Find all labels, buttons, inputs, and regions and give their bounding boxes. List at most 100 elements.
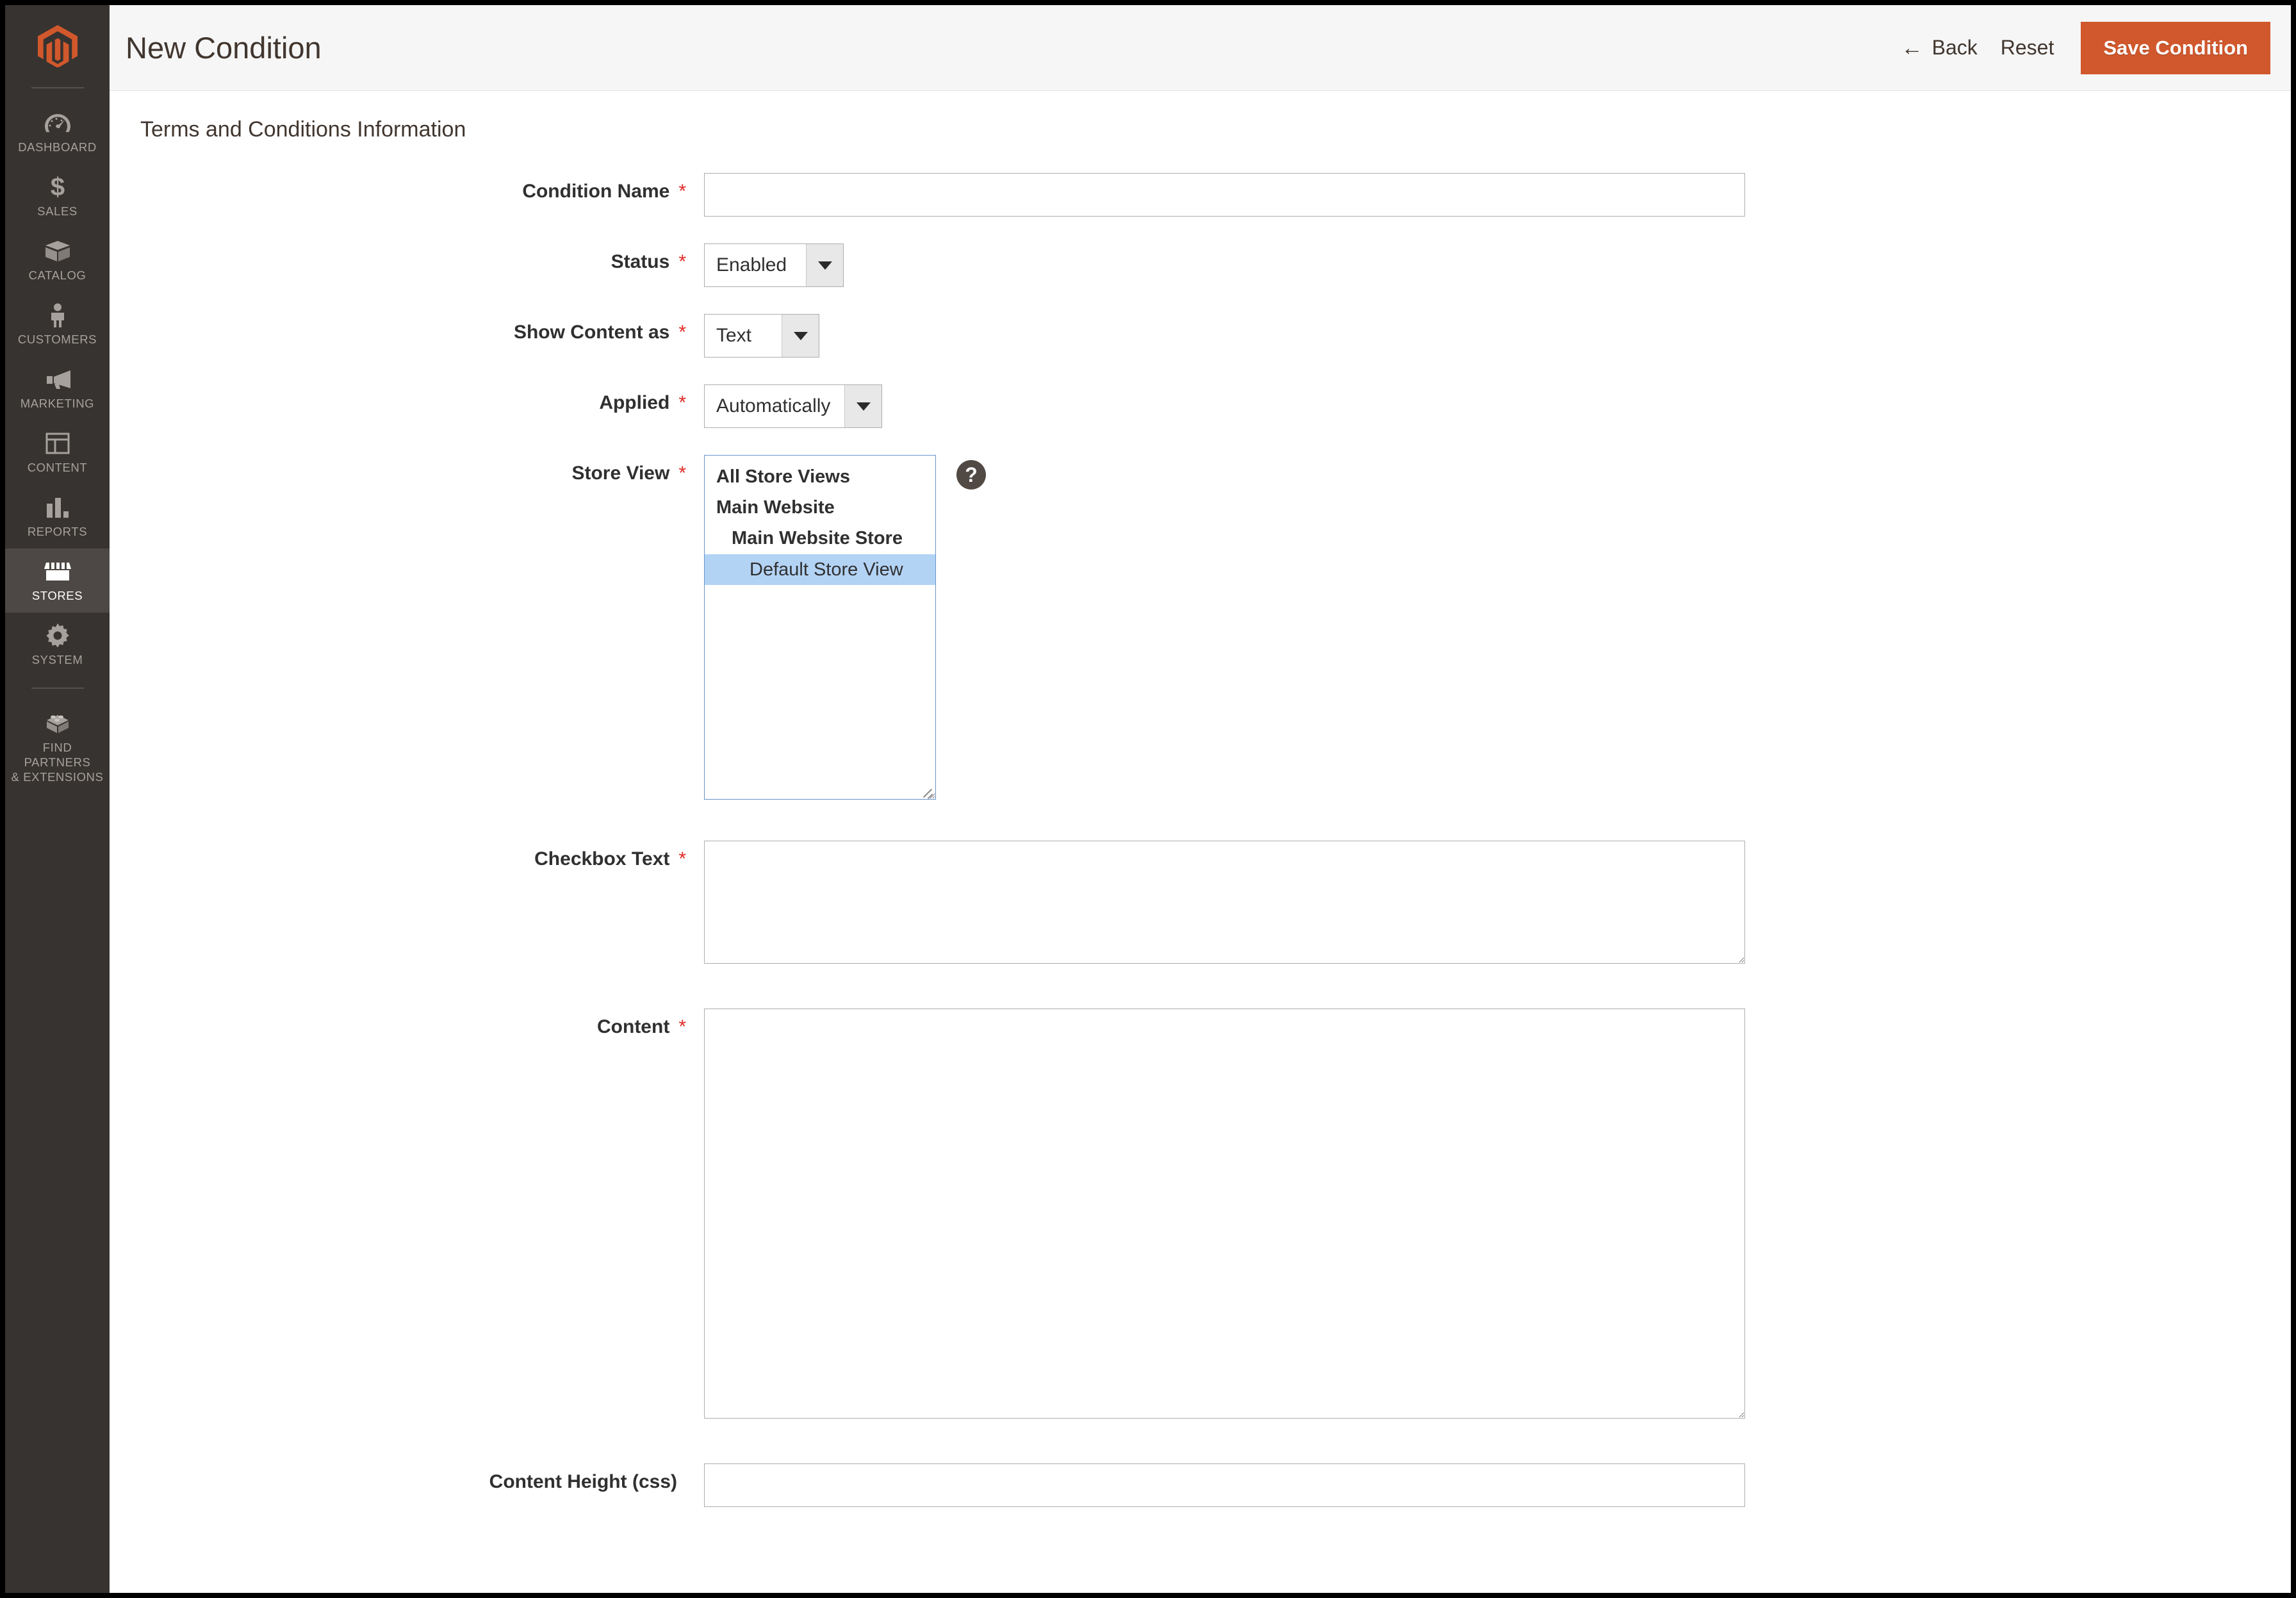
field-label-cell: Condition Name * <box>110 173 686 202</box>
sidebar-item-label: CONTENT <box>27 460 88 474</box>
field-store-view: Store View * All Store Views Main Websit… <box>110 455 2291 800</box>
page-header: New Condition ← Back Reset Save Conditio… <box>110 5 2291 91</box>
arrow-left-icon: ← <box>1901 35 1923 60</box>
sidebar-item-label: MARKETING <box>20 396 95 410</box>
reset-button[interactable]: Reset <box>1989 29 2066 66</box>
page-content: Terms and Conditions Information Conditi… <box>110 92 2291 1593</box>
field-control: Text <box>686 314 819 358</box>
sidebar-item-content[interactable]: CONTENT <box>5 420 110 484</box>
field-control: Automatically <box>686 384 883 428</box>
sidebar-divider-bottom <box>31 688 84 689</box>
content-height-label: Content Height (css) <box>489 1471 677 1492</box>
field-control: All Store Views Main Website Main Websit… <box>686 455 986 800</box>
field-checkbox-text: Checkbox Text * <box>110 841 2291 964</box>
field-applied: Applied * Automatically <box>110 384 2291 428</box>
show-content-as-select[interactable]: Text <box>704 314 819 358</box>
sidebar-item-label: FIND PARTNERS & EXTENSIONS <box>11 741 104 784</box>
section-title: Terms and Conditions Information <box>140 117 466 142</box>
sidebar-item-label: STORES <box>31 588 83 602</box>
question-mark-icon[interactable]: ? <box>956 460 986 490</box>
field-label-cell: Show Content as * <box>110 314 686 343</box>
content-textarea[interactable] <box>704 1009 1745 1419</box>
page-title: New Condition <box>126 31 322 65</box>
sales-icon: $ <box>49 174 66 200</box>
store-view-option[interactable]: Main Website Store <box>705 523 935 554</box>
required-indicator: * <box>678 251 686 272</box>
sidebar-item-label: SYSTEM <box>31 652 83 666</box>
resize-handle-icon[interactable] <box>919 784 933 798</box>
field-control <box>686 841 1745 964</box>
header-actions: ← Back Reset Save Condition <box>1890 21 2291 74</box>
chevron-down-icon <box>782 315 819 357</box>
applied-select[interactable]: Automatically <box>704 384 883 428</box>
required-indicator: * <box>678 181 686 202</box>
status-select-value: Enabled <box>716 254 787 276</box>
required-indicator: * <box>678 463 686 484</box>
marketing-icon <box>44 367 71 392</box>
sidebar-item-catalog[interactable]: CATALOG <box>5 228 110 292</box>
sidebar-item-find-partners-extensions[interactable]: FIND PARTNERS & EXTENSIONS <box>5 700 110 794</box>
dashboard-icon <box>44 110 71 136</box>
field-condition-name: Condition Name * <box>110 173 2291 217</box>
field-content-height: Content Height (css) <box>110 1463 2291 1507</box>
chevron-down-icon <box>806 244 843 286</box>
sidebar-item-label: DASHBOARD <box>18 140 97 154</box>
store-view-option[interactable]: Main Website <box>705 492 935 523</box>
condition-name-input[interactable] <box>704 173 1745 217</box>
show-content-as-label: Show Content as <box>513 322 670 343</box>
applied-label: Applied <box>599 392 670 413</box>
field-label-cell: Store View * <box>110 455 686 484</box>
required-indicator: * <box>678 1016 686 1037</box>
extensions-icon <box>45 711 70 736</box>
store-view-multiselect[interactable]: All Store Views Main Website Main Websit… <box>704 455 936 800</box>
field-control <box>686 173 1745 217</box>
sidebar-item-label: SALES <box>37 204 78 218</box>
field-label-cell: Content Height (css) <box>110 1463 686 1493</box>
store-view-option[interactable]: All Store Views <box>705 461 935 492</box>
stores-icon <box>44 559 71 584</box>
field-label-cell: Content * <box>110 1009 686 1038</box>
store-view-label: Store View <box>571 463 670 484</box>
status-select[interactable]: Enabled <box>704 243 844 287</box>
sidebar-item-system[interactable]: SYSTEM <box>5 613 110 677</box>
status-label: Status <box>611 251 670 272</box>
field-status: Status * Enabled <box>110 243 2291 287</box>
applied-select-value: Automatically <box>716 395 831 416</box>
back-button-label: Back <box>1931 36 1978 59</box>
reset-button-label: Reset <box>2000 36 2054 59</box>
field-label-cell: Status * <box>110 243 686 273</box>
field-control <box>686 1463 1745 1507</box>
sidebar-item-stores[interactable]: STORES <box>5 548 110 613</box>
app-window: DASHBOARD $ SALES CATALOG CUSTOMERS MARK… <box>5 5 2291 1593</box>
system-icon <box>45 623 70 648</box>
save-condition-button[interactable]: Save Condition <box>2081 21 2270 74</box>
sidebar-item-reports[interactable]: REPORTS <box>5 484 110 548</box>
admin-sidebar: DASHBOARD $ SALES CATALOG CUSTOMERS MARK… <box>5 5 110 1593</box>
magento-logo-icon <box>37 25 78 67</box>
content-label: Content <box>597 1016 670 1037</box>
checkbox-text-label: Checkbox Text <box>534 848 670 869</box>
required-indicator: * <box>678 848 686 869</box>
sidebar-item-dashboard[interactable]: DASHBOARD <box>5 100 110 164</box>
field-label-cell: Checkbox Text * <box>110 841 686 870</box>
chevron-down-icon <box>844 385 882 427</box>
sidebar-item-sales[interactable]: $ SALES <box>5 164 110 228</box>
content-icon <box>45 431 70 456</box>
back-button[interactable]: ← Back <box>1890 29 1989 66</box>
store-view-option-selected[interactable]: Default Store View <box>705 554 935 585</box>
sidebar-item-customers[interactable]: CUSTOMERS <box>5 292 110 356</box>
sidebar-item-label: REPORTS <box>27 524 88 538</box>
sidebar-divider-top <box>31 87 84 88</box>
field-label-cell: Applied * <box>110 384 686 414</box>
field-show-content-as: Show Content as * Text <box>110 314 2291 358</box>
condition-name-label: Condition Name <box>522 181 670 202</box>
required-indicator: * <box>678 322 686 343</box>
content-height-input[interactable] <box>704 1463 1745 1507</box>
field-control <box>686 1009 1745 1419</box>
sidebar-item-label: CUSTOMERS <box>17 332 97 346</box>
field-control: Enabled <box>686 243 844 287</box>
reports-icon <box>45 495 70 520</box>
sidebar-item-marketing[interactable]: MARKETING <box>5 356 110 420</box>
magento-logo[interactable] <box>5 5 110 87</box>
checkbox-text-textarea[interactable] <box>704 841 1745 964</box>
